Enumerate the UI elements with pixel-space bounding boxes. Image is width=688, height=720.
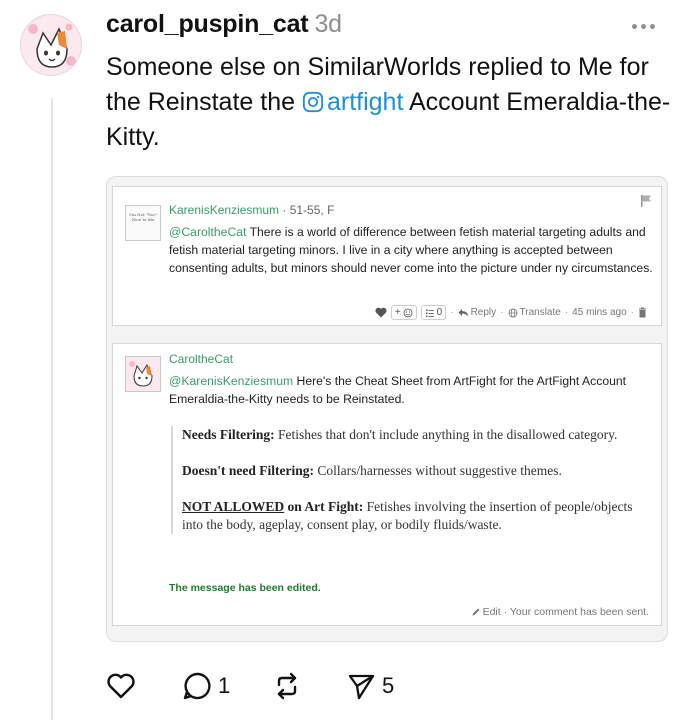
cheat-sheet-quote: Needs Filtering: Fetishes that don't inc… [171, 426, 651, 534]
comment-actions: + 0 · Reply · Translate · 45 mins ago · [375, 305, 647, 320]
comment-avatar[interactable]: I'm Not "Too" Nice to Me [125, 205, 161, 241]
sent-label: · Your comment has been sent. [503, 606, 649, 618]
send-icon [348, 674, 375, 700]
comment-avatar[interactable] [125, 356, 161, 392]
avatar[interactable] [20, 14, 82, 76]
comment-mention[interactable]: @KarenisKenziesmum [169, 374, 293, 388]
list-icon [425, 309, 434, 317]
mention-text[interactable]: artfight [327, 88, 403, 116]
comment-author-name[interactable]: CaroltheCat [169, 352, 233, 366]
reply-label: Reply [470, 307, 497, 318]
heart-icon [107, 673, 135, 699]
quote-label: Needs Filtering: [182, 427, 275, 442]
quote-item: Needs Filtering: Fetishes that don't inc… [182, 426, 651, 444]
avatar-caption: I'm Not "Too" Nice to Me [129, 212, 157, 222]
quote-text: Fetishes that don't include anything in … [274, 427, 618, 442]
cat-avatar-icon [129, 361, 153, 387]
comment-status: Edit · Your comment has been sent. [471, 606, 649, 618]
like-action[interactable] [375, 307, 387, 318]
reply-icon [458, 309, 469, 317]
translate-label: Translate [519, 307, 561, 318]
comment-card: CaroltheCat @KarenisKenziesmum Here's th… [112, 343, 662, 626]
heart-icon [375, 307, 387, 318]
share-button[interactable]: 5 [346, 671, 394, 701]
quote-item: NOT ALLOWED on Art Fight: Fetishes invol… [182, 498, 651, 534]
edit-label: Edit [482, 606, 501, 618]
translate-action[interactable]: Translate [508, 307, 561, 318]
flag-icon[interactable] [639, 194, 653, 208]
repost-button[interactable] [272, 671, 346, 701]
username[interactable]: carol_puspin_cat [106, 10, 309, 38]
comment-mention[interactable]: @CaroltheCat [169, 225, 246, 239]
reply-action[interactable]: Reply [458, 307, 497, 318]
comment-body: @KarenisKenziesmum Here's the Cheat Shee… [169, 372, 629, 408]
quote-text: Collars/harnesses without suggestive the… [313, 463, 562, 478]
trash-icon[interactable] [638, 307, 647, 318]
repost-icon [277, 672, 297, 700]
comment-count: 1 [218, 673, 231, 698]
quote-item: Doesn't need Filtering: Collars/harnesse… [182, 462, 651, 480]
list-count: 0 [436, 307, 443, 318]
comment-author-meta: · 51-55, F [279, 203, 335, 217]
post-author[interactable]: carol_puspin_cat 3d [106, 10, 342, 39]
comment-icon [183, 672, 211, 700]
more-options-icon[interactable] [632, 20, 660, 32]
list-count-button[interactable]: 0 [420, 305, 447, 320]
quote-label: on Art Fight: [284, 499, 364, 514]
globe-icon [508, 308, 517, 317]
comment-time: 45 mins ago [572, 307, 627, 318]
comment-body: @CaroltheCat There is a world of differe… [169, 223, 653, 277]
share-count: 5 [382, 673, 395, 698]
comment-author-name[interactable]: KarenisKenziesmum [169, 203, 279, 217]
cat-avatar-icon [21, 15, 81, 75]
quote-label-underlined: NOT ALLOWED [182, 499, 285, 514]
embedded-screenshot[interactable]: I'm Not "Too" Nice to Me KarenisKenziesm… [106, 176, 668, 642]
pencil-icon [472, 608, 480, 616]
add-reaction-button[interactable]: + [390, 305, 417, 320]
comment-button[interactable]: 1 [182, 671, 272, 701]
quote-label: Doesn't need Filtering: [182, 463, 314, 478]
mention-link[interactable]: artfight [302, 88, 403, 116]
comment-author[interactable]: KarenisKenziesmum · 51-55, F [169, 203, 334, 217]
add-reaction-label: + [394, 307, 401, 318]
edited-note: The message has been edited. [169, 582, 321, 594]
thread-line [51, 98, 53, 720]
edit-action[interactable]: Edit [471, 606, 501, 618]
post-actions: 1 5 [106, 668, 394, 704]
instagram-icon [302, 91, 324, 113]
like-button[interactable] [106, 672, 182, 700]
comment-card: I'm Not "Too" Nice to Me KarenisKenziesm… [112, 186, 662, 326]
smiley-icon [403, 308, 413, 317]
post-timestamp: 3d [314, 10, 342, 38]
post-text: Someone else on SimilarWorlds replied to… [106, 50, 676, 155]
